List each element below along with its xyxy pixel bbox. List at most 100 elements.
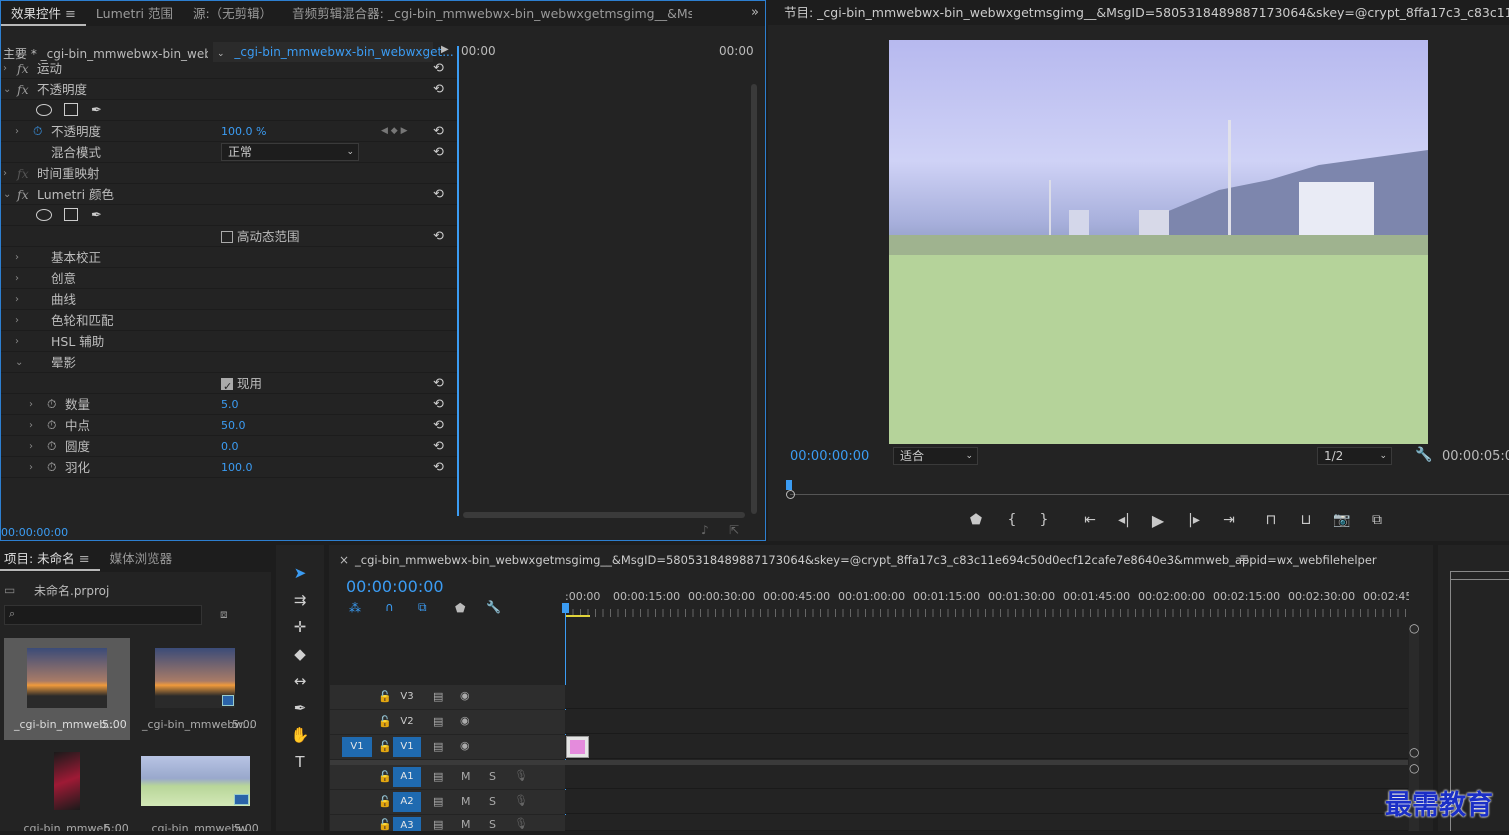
row-curves[interactable]: › 曲线 [1, 289, 457, 310]
rectangle-mask-icon[interactable] [64, 208, 78, 221]
tab-source[interactable]: 源:（无剪辑） [183, 1, 282, 26]
tab-project[interactable]: 项目: 未命名 ≡ [0, 546, 100, 571]
chevron-right-icon[interactable]: › [15, 247, 19, 268]
chevron-down-icon[interactable]: ⌄ [3, 184, 11, 205]
chevron-down-icon[interactable]: ⌄ [3, 79, 11, 100]
marker-icon[interactable]: ⬟ [965, 512, 987, 528]
program-scrubber[interactable] [786, 480, 1509, 502]
fx-icon[interactable]: fx [17, 79, 29, 100]
reset-icon[interactable]: ⟲ [433, 226, 444, 247]
chevron-right-icon[interactable]: › [29, 457, 33, 478]
reset-icon[interactable]: ⟲ [433, 142, 444, 163]
ellipse-mask-icon[interactable] [36, 104, 52, 116]
row-opacity-param[interactable]: › ⏱ 不透明度 100.0 % ◀ ◆ ▶ ⟲ [1, 121, 457, 142]
reset-icon[interactable]: ⟲ [433, 121, 444, 142]
add-marker-icon[interactable]: ⬟ [455, 601, 465, 615]
film-icon[interactable]: ▤ [433, 795, 443, 808]
panel-menu-icon[interactable]: ≡ [65, 7, 76, 22]
eye-icon[interactable]: ◉ [460, 714, 470, 727]
project-search-input[interactable]: ⌕ [4, 605, 202, 625]
project-item-3[interactable]: _cgi-bin_mmweb... 5:00 [4, 744, 130, 831]
keyframe-nav-icon[interactable]: ◀ ◆ ▶ [381, 121, 408, 142]
resolution-select[interactable]: 1/2 ⌄ [1317, 447, 1392, 465]
eye-icon[interactable]: ◉ [460, 739, 470, 752]
solo-button[interactable]: S [489, 770, 496, 783]
pen-mask-icon[interactable]: ✒ [91, 100, 102, 121]
pen-mask-icon[interactable]: ✒ [91, 205, 102, 226]
project-item-2[interactable]: _cgi-bin_mmwebw... 5:00 [134, 638, 260, 740]
ellipse-mask-icon[interactable] [36, 209, 52, 221]
reset-icon[interactable]: ⟲ [433, 184, 444, 205]
feather-value[interactable]: 100.0 [221, 457, 253, 478]
row-hsl[interactable]: › HSL 辅助 [1, 331, 457, 352]
tab-audio-clip-mixer[interactable]: 音频剪辑混合器: _cgi-bin_mmwebwx-bin_webwxgetms… [282, 1, 692, 26]
play-icon[interactable]: ▶ [1147, 511, 1169, 530]
opacity-value[interactable]: 100.0 % [221, 121, 266, 142]
effect-timecode[interactable]: 00:00:00:00 [1, 526, 68, 539]
new-bin-icon[interactable]: ⧈ [220, 607, 228, 622]
camera-icon[interactable]: 📷 [1331, 512, 1353, 528]
chevron-right-icon[interactable]: › [29, 394, 33, 415]
mic-icon[interactable]: 🎙 [514, 817, 528, 830]
chevron-right-icon[interactable]: › [15, 289, 19, 310]
apply-checkbox[interactable]: 现用 [221, 373, 262, 397]
effect-scrollbar[interactable] [751, 84, 757, 514]
work-area-bar[interactable] [565, 615, 590, 617]
stopwatch-icon[interactable]: ⏱ [47, 436, 56, 457]
stopwatch-icon[interactable]: ⏱ [47, 415, 56, 436]
scroll-handle[interactable]: ○ [1409, 761, 1419, 775]
wrench-icon[interactable]: 🔧 [1415, 447, 1432, 463]
chevron-right-icon[interactable]: › [15, 121, 19, 142]
lock-icon[interactable]: 🔓 [378, 740, 392, 753]
timeline-playhead-head[interactable] [562, 603, 569, 613]
film-icon[interactable]: ▤ [433, 690, 443, 703]
type-icon[interactable]: T [288, 750, 312, 774]
timeline-timecode[interactable]: 00:00:00:00 [346, 577, 444, 596]
tab-effect-controls[interactable]: 效果控件 ≡ [1, 1, 86, 26]
project-item-4[interactable]: _cgi-bin_mmwebw... 5:00 [134, 744, 260, 831]
hand-icon[interactable]: ✋ [288, 723, 312, 747]
row-amount[interactable]: › ⏱ 数量 5.0 ⟲ [1, 394, 457, 415]
mark-out-icon[interactable]: } [1033, 512, 1055, 528]
tab-lumetri-scopes[interactable]: Lumetri 范围 [86, 1, 183, 26]
tab-media-browser[interactable]: 媒体浏览器 [100, 546, 183, 571]
lock-icon[interactable]: 🔓 [378, 715, 392, 728]
midpoint-value[interactable]: 50.0 [221, 415, 246, 436]
stopwatch-icon[interactable]: ⏱ [33, 121, 42, 142]
reset-icon[interactable]: ⟲ [433, 436, 444, 457]
roundness-value[interactable]: 0.0 [221, 436, 239, 457]
row-creative[interactable]: › 创意 [1, 268, 457, 289]
step-back-icon[interactable]: ◂| [1113, 512, 1135, 528]
reset-icon[interactable]: ⟲ [433, 79, 444, 100]
track-v1[interactable]: V1 🔓 V1 ▤ ◉ [330, 735, 1408, 759]
fit-select[interactable]: 适合 ⌄ [893, 447, 978, 465]
row-opacity[interactable]: ⌄ fx 不透明度 ⟲ [1, 79, 457, 100]
reset-icon[interactable]: ⟲ [433, 457, 444, 478]
row-vignette[interactable]: ⌄ 晕影 [1, 352, 457, 373]
amount-value[interactable]: 5.0 [221, 394, 239, 415]
chevron-right-icon[interactable]: › [29, 436, 33, 457]
rectangle-mask-icon[interactable] [64, 103, 78, 116]
row-wheels[interactable]: › 色轮和匹配 [1, 310, 457, 331]
chevron-right-icon[interactable]: › [3, 163, 7, 184]
chevron-right-icon[interactable]: › [15, 310, 19, 331]
nest-icon[interactable]: ⁂ [349, 601, 361, 615]
mute-button[interactable]: M [461, 770, 471, 783]
video-clip[interactable] [566, 736, 589, 758]
mute-button[interactable]: M [461, 795, 471, 808]
track-v2[interactable]: 🔓 V2 ▤ ◉ [330, 710, 1408, 734]
reset-icon[interactable]: ⟲ [433, 373, 444, 394]
row-motion[interactable]: › fx 运动 ⟲ [1, 58, 457, 79]
chevron-right-icon[interactable]: › [15, 331, 19, 352]
program-video-frame[interactable] [889, 40, 1428, 444]
row-basic[interactable]: › 基本校正 [1, 247, 457, 268]
pen-icon[interactable]: ✒ [288, 696, 312, 720]
blend-mode-select[interactable]: 正常 ⌄ [221, 143, 359, 161]
track-a1[interactable]: 🔓 A1 ▤ M S 🎙 [330, 765, 1408, 789]
chevron-right-icon[interactable]: › [15, 268, 19, 289]
program-timecode[interactable]: 00:00:00:00 [790, 449, 869, 464]
row-midpoint[interactable]: › ⏱ 中点 50.0 ⟲ [1, 415, 457, 436]
mute-button[interactable]: M [461, 818, 471, 831]
project-item-1[interactable]: _cgi-bin_mmweb... 5:00 [4, 638, 130, 740]
extract-icon[interactable]: ⊔ [1295, 512, 1317, 528]
